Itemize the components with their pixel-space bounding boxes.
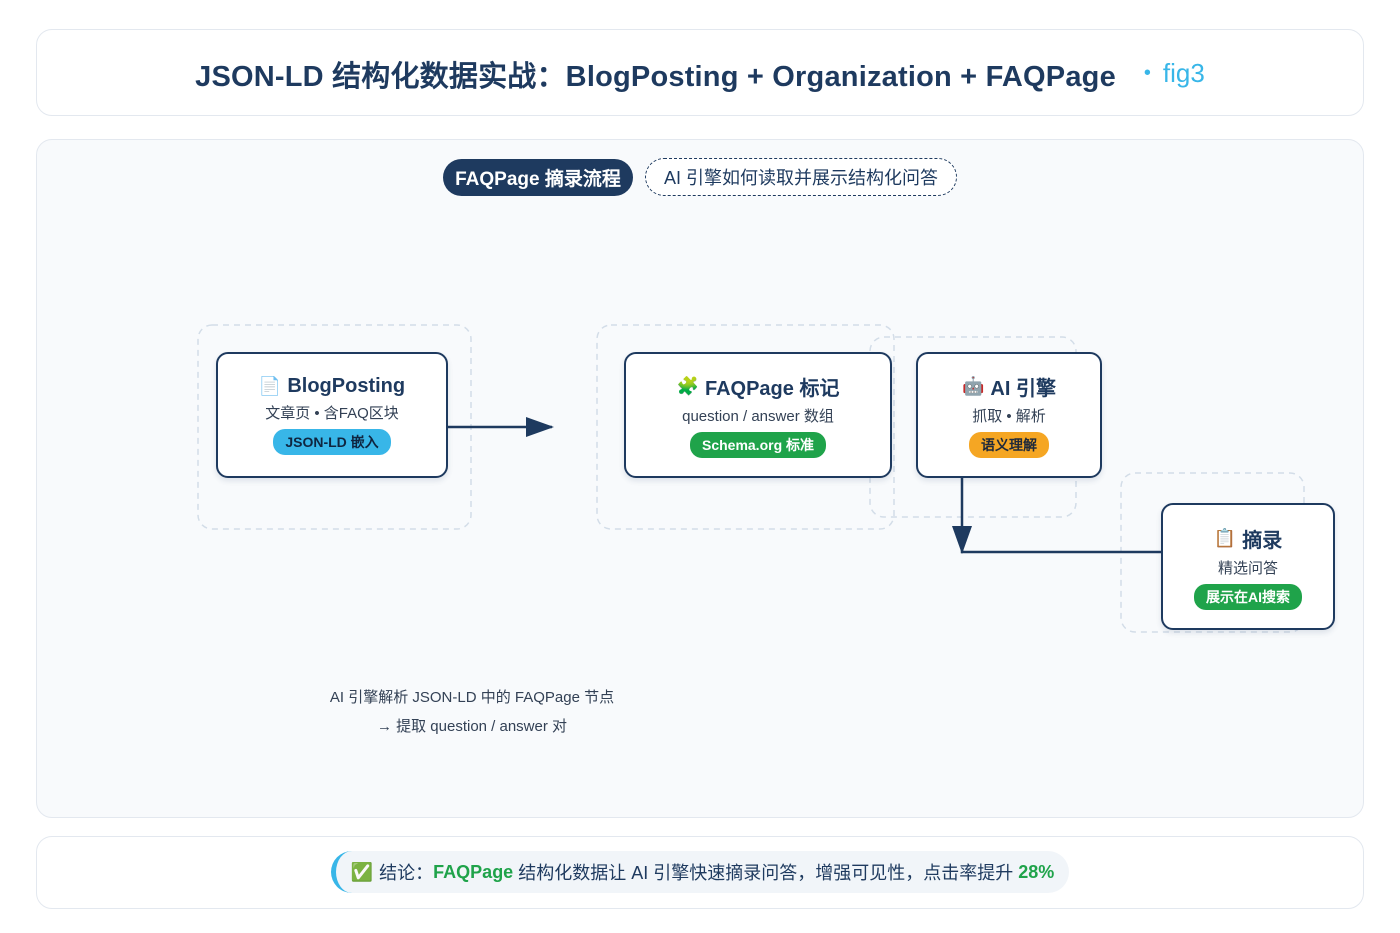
- conclusion-highlight: FAQPage: [433, 861, 514, 882]
- node-excerpt-label: 摘录: [1242, 529, 1283, 552]
- node-blogposting-badge: JSON-LD 嵌入: [273, 429, 391, 455]
- page-title: JSON-LD 结构化数据实战：BlogPosting + Organizati…: [195, 60, 1116, 93]
- conclusion-prefix: 结论：: [379, 863, 434, 883]
- check-icon: ✅: [350, 861, 374, 882]
- node-ai-engine-subtitle: 抓取 • 解析: [972, 408, 1046, 425]
- node-faqpage-subtitle: question / answer 数组: [682, 408, 834, 425]
- node-excerpt[interactable]: 📋 摘录 精选问答 展示在AI搜索: [1161, 503, 1335, 630]
- node-ai-engine[interactable]: 🤖 AI 引擎 抓取 • 解析 语义理解: [916, 352, 1102, 478]
- node-blogposting-subtitle: 文章页 • 含FAQ区块: [265, 405, 399, 422]
- node-excerpt-title: 📋 摘录: [1214, 524, 1282, 553]
- note-line-2: → 提取 question / answer 对: [376, 718, 568, 735]
- node-faqpage-badge: Schema.org 标准: [689, 432, 827, 458]
- document-icon: 📄: [258, 376, 282, 396]
- diagram-panel: [36, 139, 1364, 818]
- conclusion-stat: 28%: [1018, 861, 1055, 882]
- node-excerpt-subtitle: 精选问答: [1217, 559, 1278, 577]
- note-line-1: AI 引擎解析 JSON-LD 中的 FAQPage 节点: [329, 689, 615, 706]
- conclusion-body: 结构化数据让 AI 引擎快速摘录问答，增强可见性，点击率提升: [513, 863, 1019, 883]
- fig-dot-icon: •: [1143, 62, 1151, 84]
- conclusion-banner: ✅ 结论： FAQPage 结构化数据让 AI 引擎快速摘录问答，增强可见性，点…: [331, 851, 1069, 893]
- section-label: FAQPage 摘录流程: [443, 159, 633, 196]
- fig-tag: fig3: [1162, 58, 1205, 88]
- node-blogposting[interactable]: 📄 BlogPosting 文章页 • 含FAQ区块 JSON-LD 嵌入: [216, 352, 448, 478]
- node-ai-engine-label: AI 引擎: [990, 378, 1056, 400]
- node-ai-engine-title: 🤖 AI 引擎: [962, 372, 1056, 401]
- title-row: JSON-LD 结构化数据实战：BlogPosting + Organizati…: [37, 30, 1363, 117]
- clipboard-icon: 📋: [1213, 527, 1237, 548]
- node-blogposting-title: 📄 BlogPosting: [259, 375, 405, 398]
- node-blogposting-label: BlogPosting: [287, 375, 406, 397]
- header-card: JSON-LD 结构化数据实战：BlogPosting + Organizati…: [36, 29, 1364, 116]
- puzzle-icon: 🧩: [676, 376, 699, 396]
- node-ai-engine-badge: 语义理解: [969, 432, 1049, 458]
- node-excerpt-badge: 展示在AI搜索: [1194, 583, 1302, 610]
- node-faqpage-title: 🧩 FAQPage 标记: [677, 372, 840, 401]
- robot-icon: 🤖: [962, 376, 985, 396]
- section-caption: AI 引擎如何读取并展示结构化问答: [645, 158, 957, 196]
- node-faqpage-label: FAQPage 标记: [704, 378, 840, 400]
- node-faqpage[interactable]: 🧩 FAQPage 标记 question / answer 数组 Schema…: [624, 352, 892, 478]
